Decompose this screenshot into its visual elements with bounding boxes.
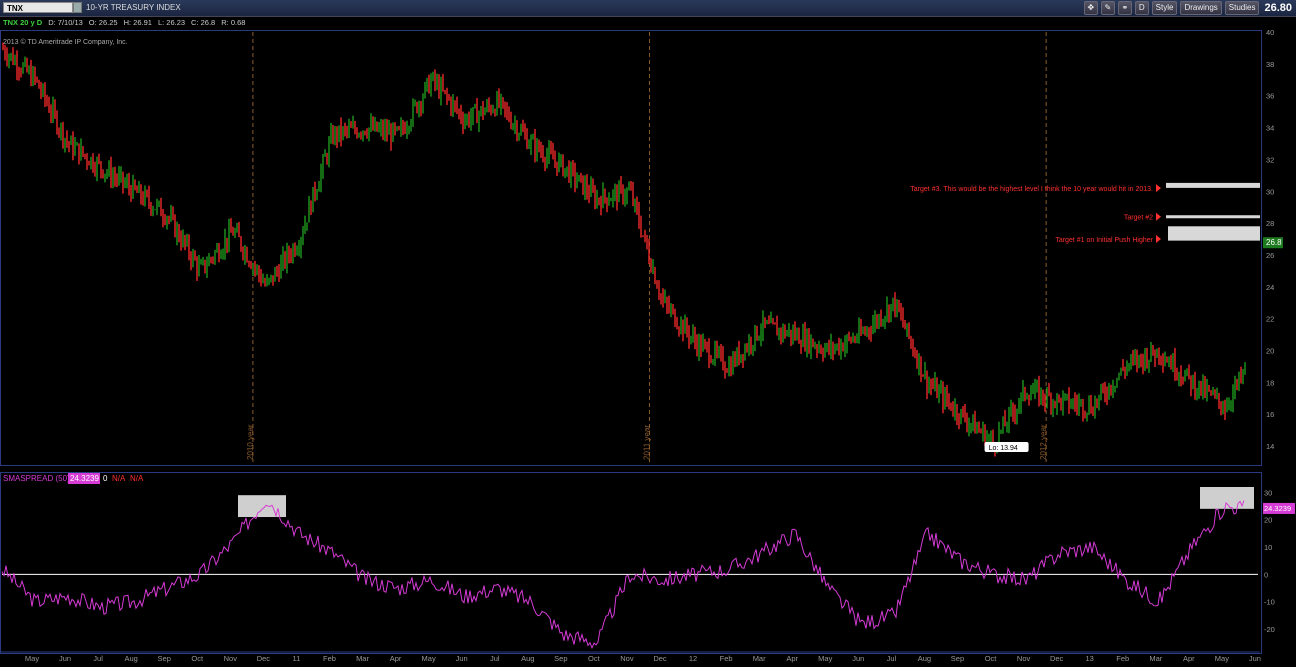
study-na-1: N/A <box>112 474 126 483</box>
x-tick-label: Oct <box>588 654 601 663</box>
x-tick-label: 11 <box>293 654 301 663</box>
y-tick-label: 22 <box>1266 315 1274 324</box>
x-tick-label: 13 <box>1086 654 1094 663</box>
y-tick-label: 14 <box>1266 442 1274 451</box>
study-y-tick-label: 30 <box>1264 488 1272 497</box>
study-title: SMASPREAD (50) <box>3 474 70 483</box>
y-tick-label: 34 <box>1266 124 1274 133</box>
x-tick-label: Dec <box>1050 654 1064 663</box>
x-tick-label: Nov <box>224 654 238 663</box>
last-value-label: 26.8 <box>1266 238 1282 247</box>
x-tick-label: Oct <box>191 654 204 663</box>
study-legend: SMASPREAD (50) 24.3239 0 N/A N/A <box>3 473 144 484</box>
x-tick-label: Jun <box>59 654 71 663</box>
x-tick-label: Jun <box>852 654 864 663</box>
study-na-2: N/A <box>130 474 144 483</box>
study-y-tick-label: -10 <box>1264 598 1275 607</box>
x-tick-label: Sep <box>554 654 567 663</box>
x-tick-label: Jun <box>456 654 468 663</box>
study-last-label: 24.3239 <box>1264 504 1291 513</box>
y-tick-label: 32 <box>1266 155 1274 164</box>
year-label: 2011 year <box>643 425 652 460</box>
y-tick-label: 18 <box>1266 378 1274 387</box>
study-zero: 0 <box>103 474 108 483</box>
copyright-text: 2013 © TD Ameritrade IP Company, Inc. <box>3 38 128 46</box>
y-tick-label: 26 <box>1266 251 1274 260</box>
target-annotation-3: Target #1 on Initial Push Higher <box>1055 237 1153 244</box>
x-tick-label: Dec <box>257 654 271 663</box>
study-highlight-box-2 <box>1200 487 1254 509</box>
study-y-tick-label: 20 <box>1264 516 1272 525</box>
x-tick-label: Jul <box>887 654 897 663</box>
low-label: Lo: 13.94 <box>989 445 1018 452</box>
x-tick-label: Mar <box>356 654 369 663</box>
x-tick-label: Apr <box>390 654 402 663</box>
x-tick-label: Feb <box>720 654 733 663</box>
x-tick-label: 12 <box>689 654 697 663</box>
study-y-tick-label: -20 <box>1264 625 1275 634</box>
study-y-tick-label: 10 <box>1264 543 1272 552</box>
target-1-box <box>1168 226 1260 241</box>
x-tick-label: Apr <box>786 654 798 663</box>
target-arrow-1 <box>1156 184 1161 193</box>
x-tick-label: May <box>25 654 39 663</box>
year-label: 2010 year <box>246 424 255 460</box>
x-tick-label: Sep <box>158 654 171 663</box>
target-arrow-2 <box>1156 212 1161 221</box>
y-tick-label: 38 <box>1266 60 1274 69</box>
target-annotation-2: Target #2 <box>1124 215 1153 222</box>
x-tick-label: Mar <box>1149 654 1162 663</box>
study-value: 24.3239 <box>70 474 99 483</box>
y-tick-label: 30 <box>1266 187 1274 196</box>
target-arrow-3 <box>1156 235 1161 244</box>
target-annotation-1: Target #3. This would be the highest lev… <box>910 186 1153 193</box>
target-2-box <box>1166 215 1260 219</box>
x-tick-label: Jun <box>1249 654 1261 663</box>
x-tick-label: Aug <box>521 654 534 663</box>
x-tick-label: Dec <box>653 654 667 663</box>
y-tick-label: 40 <box>1266 28 1274 37</box>
chart-svg: 2013 © TD Ameritrade IP Company, Inc. 14… <box>0 28 1295 663</box>
x-tick-label: Apr <box>1183 654 1195 663</box>
year-label: 2012 year <box>1039 424 1048 460</box>
study-chart[interactable]: -20 -10 0 10 20 30 24.3239 <box>1 487 1295 650</box>
x-tick-label: Sep <box>951 654 964 663</box>
x-axis: May Jun Jul Aug Sep Oct Nov Dec 11 Feb Mar Apr May Ju… <box>0 651 1261 663</box>
x-tick-label: Jul <box>490 654 500 663</box>
target-3-box <box>1166 182 1260 188</box>
x-tick-label: Feb <box>323 654 336 663</box>
x-tick-label: May <box>818 654 832 663</box>
x-tick-label: Feb <box>1116 654 1129 663</box>
y-tick-label: 36 <box>1266 92 1274 101</box>
price-chart[interactable]: 14 16 18 20 22 24 26 28 30 32 34 36 38 40 2010 year 201… <box>2 28 1283 462</box>
x-tick-label: Nov <box>1017 654 1031 663</box>
x-tick-label: May <box>1215 654 1229 663</box>
x-tick-label: Nov <box>620 654 634 663</box>
x-tick-label: May <box>422 654 436 663</box>
x-tick-label: Aug <box>918 654 931 663</box>
x-tick-label: Mar <box>753 654 766 663</box>
y-tick-label: 24 <box>1266 283 1274 292</box>
study-y-tick-label: 0 <box>1264 570 1268 579</box>
x-tick-label: Jul <box>93 654 103 663</box>
x-tick-label: Oct <box>985 654 998 663</box>
y-tick-label: 28 <box>1266 219 1274 228</box>
x-tick-label: Aug <box>124 654 137 663</box>
y-tick-label: 20 <box>1266 347 1274 356</box>
y-tick-label: 16 <box>1266 410 1274 419</box>
